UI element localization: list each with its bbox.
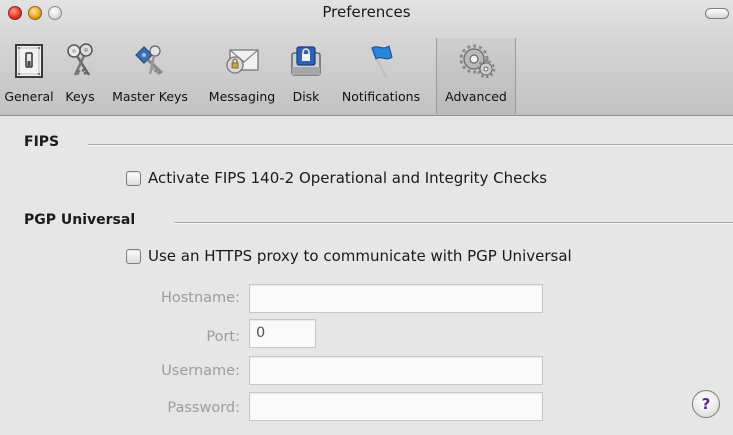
hostname-label: Hostname: <box>160 290 240 306</box>
tab-master-keys[interactable]: Master Keys <box>102 38 198 114</box>
tab-general[interactable]: General <box>0 38 58 114</box>
keys-icon <box>67 43 93 76</box>
flag-icon <box>369 45 393 78</box>
tab-messaging[interactable]: Messaging <box>198 38 286 114</box>
fips-checkbox-label[interactable]: Activate FIPS 140-2 Operational and Inte… <box>148 169 547 187</box>
tab-label: Master Keys <box>112 89 188 104</box>
fips-separator <box>88 144 733 146</box>
tab-label: Disk <box>292 89 320 104</box>
tab-advanced[interactable]: Advanced <box>436 38 516 114</box>
port-label: Port: <box>206 329 240 345</box>
help-button[interactable]: ? <box>692 390 720 418</box>
tab-label: Notifications <box>341 89 421 104</box>
tab-notifications[interactable]: Notifications <box>326 38 436 114</box>
fips-option: Activate FIPS 140-2 Operational and Inte… <box>126 169 547 187</box>
master-keys-icon <box>135 45 164 75</box>
username-label: Username: <box>161 363 240 379</box>
port-field[interactable]: 0 <box>249 319 316 348</box>
window-chrome: Preferences General Keys Master Keys Mes… <box>0 0 733 116</box>
disk-lock-icon <box>291 46 321 76</box>
switch-icon <box>15 44 43 78</box>
toolbar-toggle-button[interactable] <box>705 8 729 19</box>
envelope-icon <box>226 49 259 74</box>
advanced-pane: FIPS Activate FIPS 140-2 Operational and… <box>0 116 733 435</box>
fips-checkbox[interactable] <box>126 170 141 186</box>
pgp-universal-separator <box>174 222 733 224</box>
hostname-field[interactable] <box>249 284 543 313</box>
tab-label: Advanced <box>445 89 507 104</box>
https-proxy-checkbox-label[interactable]: Use an HTTPS proxy to communicate with P… <box>148 247 572 265</box>
preferences-window: Preferences General Keys Master Keys Mes… <box>0 0 733 435</box>
tab-label: Messaging <box>208 89 276 104</box>
https-proxy-option: Use an HTTPS proxy to communicate with P… <box>126 247 572 265</box>
tab-keys[interactable]: Keys <box>58 38 102 114</box>
preferences-toolbar: General Keys Master Keys Messaging Disk … <box>0 38 516 114</box>
window-title: Preferences <box>322 3 411 21</box>
tab-label: Keys <box>65 89 95 104</box>
password-label: Password: <box>167 400 240 416</box>
pgp-universal-section-title: PGP Universal <box>24 212 136 228</box>
https-proxy-checkbox[interactable] <box>126 248 141 264</box>
tab-disk[interactable]: Disk <box>286 38 326 114</box>
password-field[interactable] <box>249 392 543 421</box>
fips-section-title: FIPS <box>24 134 60 150</box>
tab-label: General <box>4 89 54 104</box>
gears-icon <box>459 44 496 79</box>
username-field[interactable] <box>249 356 543 385</box>
